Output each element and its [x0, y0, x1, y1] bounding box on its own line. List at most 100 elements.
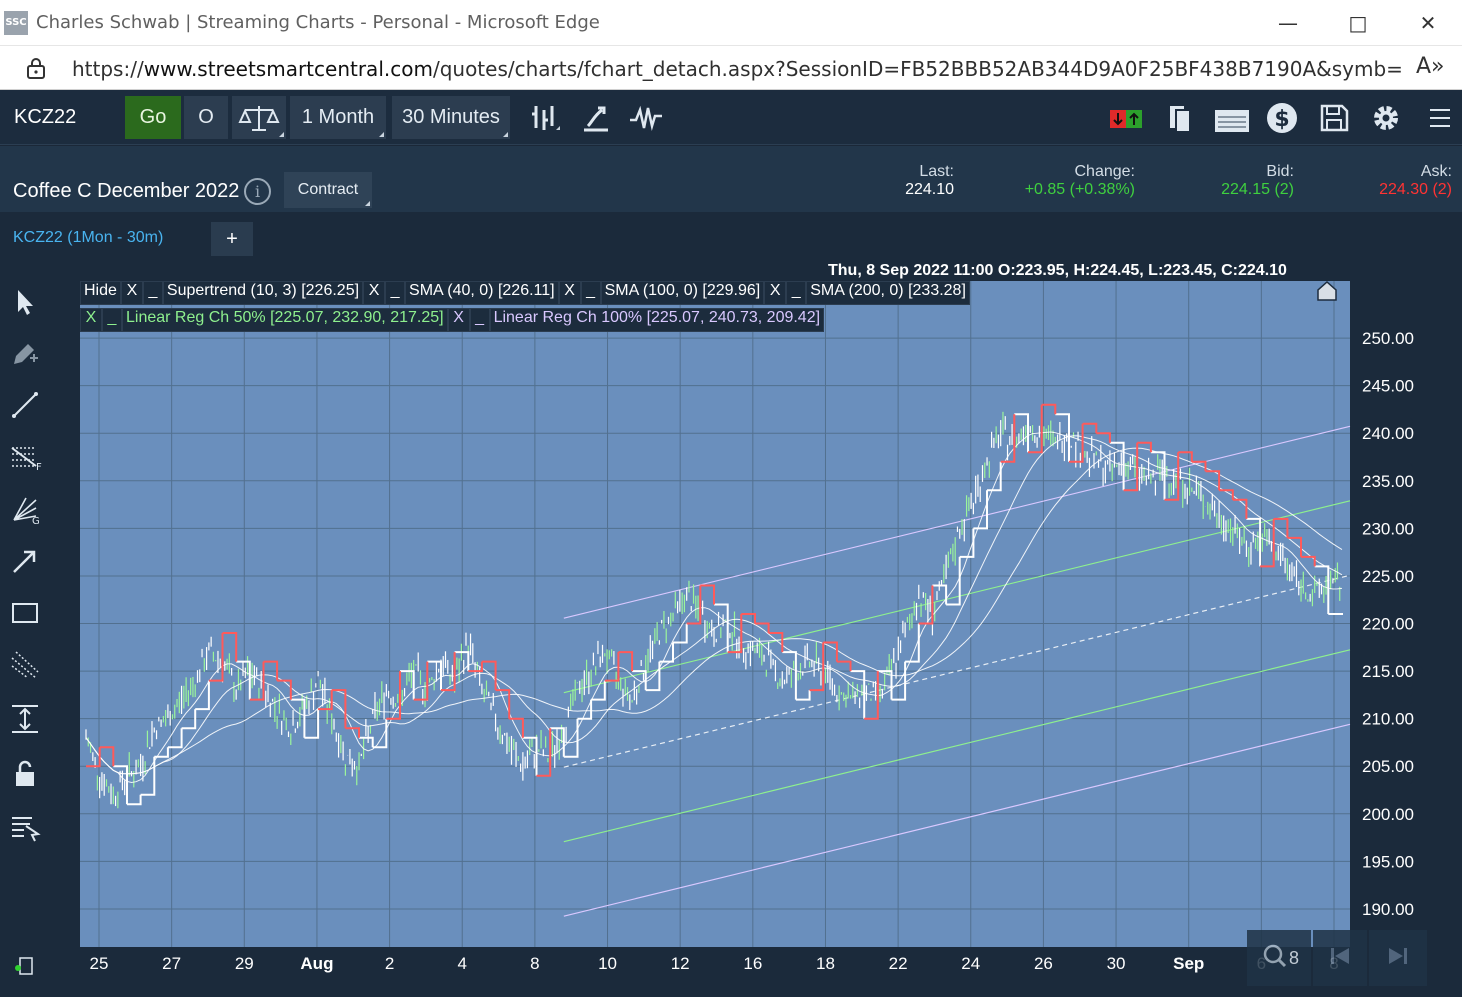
chart-tab-bar: KCZ22 (1Mon - 30m) + — [0, 212, 1462, 262]
zoom-control[interactable]: 8 — [1247, 930, 1311, 986]
ask-value: 224.30 (2) — [1379, 181, 1452, 198]
dollar-icon[interactable]: $ — [1264, 100, 1300, 136]
y-axis-tick-label: 195.00 — [1362, 852, 1414, 871]
study-legend-label: SMA (200, 0) [233.28] — [806, 281, 970, 305]
remove-study-button[interactable]: X — [764, 281, 787, 305]
go-button[interactable]: Go — [125, 96, 181, 139]
url-path: /quotes/charts/fchart_detach.aspx?Sessio… — [432, 57, 1402, 81]
vertical-range-icon[interactable] — [8, 702, 42, 736]
minimize-button[interactable]: — — [1266, 8, 1310, 38]
x-axis-tick-label: 22 — [889, 954, 908, 973]
study-legend-row-1: Hide X _ Supertrend (10, 3) [226.25] X _ SMA (… — [80, 281, 970, 305]
trendline-icon[interactable] — [8, 388, 42, 422]
add-tab-button[interactable]: + — [211, 222, 253, 256]
lock-icon[interactable] — [26, 57, 46, 79]
browser-title-bar: SSC Charles Schwab | Streaming Charts - … — [0, 0, 1462, 46]
x-axis-tick-label: 10 — [598, 954, 617, 973]
contract-button[interactable]: Contract — [284, 172, 372, 208]
hide-studies-button[interactable]: Hide — [80, 281, 121, 305]
maximize-button[interactable]: □ — [1336, 8, 1380, 38]
remove-study-button[interactable]: X — [120, 281, 143, 305]
plot-background[interactable] — [80, 281, 1350, 947]
gann-fan-icon[interactable]: G — [8, 492, 42, 526]
zoom-level: 8 — [1289, 948, 1300, 968]
url-domain: www.streetsmartcentral.com — [143, 57, 433, 81]
y-axis-tick-label: 220.00 — [1362, 615, 1414, 634]
o-button[interactable]: O — [184, 96, 228, 139]
symbol-input[interactable]: KCZ22 — [0, 96, 120, 139]
y-axis-tick-label: 190.00 — [1362, 900, 1414, 919]
remove-study-button[interactable]: X — [447, 308, 470, 332]
change-label: Change: — [1074, 163, 1136, 180]
y-axis-tick-label: 205.00 — [1362, 757, 1414, 776]
gear-icon[interactable] — [1368, 100, 1404, 136]
y-axis-tick-label: 210.00 — [1362, 710, 1414, 729]
drawing-list-icon[interactable] — [8, 810, 42, 844]
annotate-pen-icon[interactable] — [8, 336, 42, 370]
drawing-tools-sidebar: F G — [0, 262, 80, 997]
quote-header: Coffee C December 2022 i Contract Last: … — [0, 146, 1462, 212]
connection-status-icon — [15, 957, 33, 975]
y-axis-tick-label: 250.00 — [1362, 329, 1414, 348]
x-axis-tick-label: 2 — [385, 954, 394, 973]
chart-tab[interactable]: KCZ22 (1Mon - 30m) — [13, 229, 163, 247]
fibonacci-icon[interactable]: F — [8, 440, 42, 474]
study-legend-label: Linear Reg Ch 50% [225.07, 232.90, 217.2… — [122, 308, 448, 332]
chart-toolbar: KCZ22 Go O 1 Month 30 Minutes $ — [0, 90, 1462, 145]
site-favicon: SSC — [4, 11, 28, 35]
x-axis-tick-label: Aug — [300, 954, 333, 973]
y-axis-tick-label: 215.00 — [1362, 662, 1414, 681]
channel-icon[interactable] — [8, 648, 42, 682]
lock-drawings-icon[interactable] — [8, 756, 42, 790]
x-axis-tick-label: 29 — [235, 954, 254, 973]
pointer-icon[interactable] — [8, 284, 42, 318]
compare-button[interactable] — [232, 96, 286, 139]
x-axis-tick-label: 26 — [1034, 954, 1053, 973]
interval-dropdown[interactable]: 30 Minutes — [392, 96, 510, 139]
price-chart[interactable]: 250.00 245.00 240.00 235.00 230.00 225.00 220.… — [80, 262, 1462, 997]
rectangle-icon[interactable] — [8, 596, 42, 630]
chart-type-icon[interactable] — [526, 100, 562, 136]
documents-icon[interactable] — [1162, 100, 1198, 136]
bid-label: Bid: — [1266, 163, 1294, 180]
studies-icon[interactable] — [578, 100, 614, 136]
scroll-to-start-button[interactable] — [1313, 930, 1367, 986]
svg-text:$: $ — [1274, 107, 1289, 132]
info-icon[interactable]: i — [244, 178, 271, 205]
x-axis-tick-label: 4 — [458, 954, 467, 973]
window-title: Charles Schwab | Streaming Charts - Pers… — [36, 12, 600, 33]
x-axis-tick-label: 24 — [961, 954, 980, 973]
study-style-button[interactable]: _ — [142, 281, 163, 305]
waveform-icon[interactable] — [628, 100, 664, 136]
x-axis-tick-label: 12 — [671, 954, 690, 973]
y-axis-tick-label: 200.00 — [1362, 805, 1414, 824]
study-style-button[interactable]: _ — [102, 308, 122, 332]
scroll-to-end-button[interactable] — [1369, 930, 1427, 986]
save-icon[interactable] — [1316, 100, 1352, 136]
study-style-button[interactable]: _ — [580, 281, 601, 305]
remove-study-button[interactable]: X — [363, 281, 386, 305]
x-axis-tick-label: Sep — [1173, 954, 1204, 973]
remove-study-button[interactable]: X — [80, 308, 102, 332]
svg-text:F: F — [36, 462, 42, 473]
study-style-button[interactable]: _ — [385, 281, 406, 305]
x-axis-tick-label: 27 — [162, 954, 181, 973]
url-field[interactable]: https://www.streetsmartcentral.com/quote… — [72, 57, 1402, 81]
study-legend-row-2: X _ Linear Reg Ch 50% [225.07, 232.90, 217… — [80, 308, 825, 332]
layout-icon[interactable] — [1212, 100, 1252, 136]
close-button[interactable]: ✕ — [1406, 8, 1450, 38]
y-axis-tick-label: 245.00 — [1362, 377, 1414, 396]
x-axis-tick-label: 30 — [1107, 954, 1126, 973]
x-axis-tick-label: 8 — [530, 954, 539, 973]
period-dropdown[interactable]: 1 Month — [290, 96, 386, 139]
menu-icon[interactable] — [1422, 100, 1458, 136]
read-aloud-icon[interactable]: A» — [1416, 54, 1445, 79]
ask-label: Ask: — [1420, 163, 1452, 180]
arrow-icon[interactable] — [8, 544, 42, 578]
study-style-button[interactable]: _ — [469, 308, 490, 332]
buy-sell-icon[interactable] — [1108, 100, 1144, 136]
magnifier-icon — [1263, 944, 1287, 968]
y-axis-tick-label: 240.00 — [1362, 424, 1414, 443]
study-style-button[interactable]: _ — [786, 281, 807, 305]
remove-study-button[interactable]: X — [558, 281, 581, 305]
